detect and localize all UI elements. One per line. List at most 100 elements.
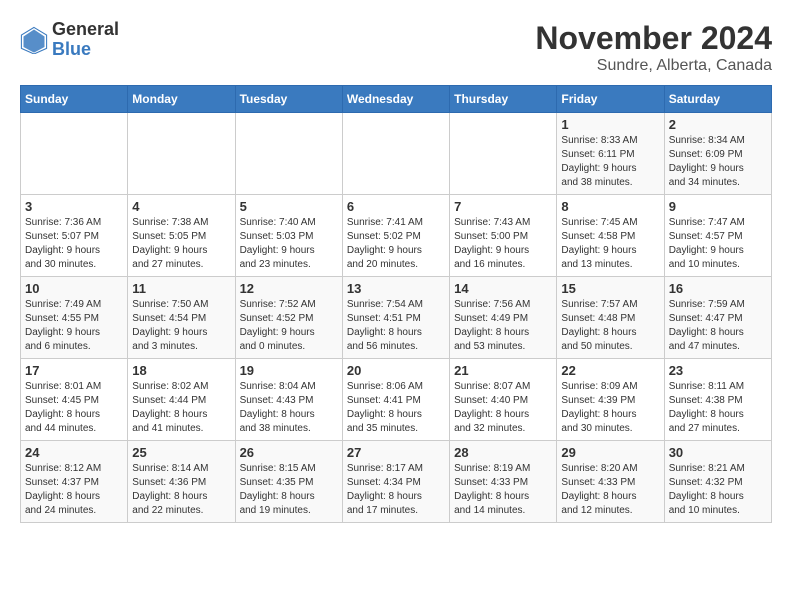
calendar-cell: 6 Sunrise: 7:41 AM Sunset: 5:02 PM Daylig… bbox=[342, 195, 449, 277]
calendar-cell: 10Sunrise: 7:49 AM Sunset: 4:55 PM Dayli… bbox=[21, 277, 128, 359]
col-header-monday: Monday bbox=[128, 86, 235, 113]
day-info: Sunrise: 8:11 AM Sunset: 4:38 PM Dayligh… bbox=[669, 380, 767, 436]
calendar-header-row: SundayMondayTuesdayWednesdayThursdayFrid… bbox=[21, 86, 772, 113]
day-number: 5 bbox=[240, 199, 338, 214]
calendar-cell: 3 Sunrise: 7:36 AM Sunset: 5:07 PM Daylig… bbox=[21, 195, 128, 277]
day-info: Sunrise: 7:36 AM Sunset: 5:07 PM Dayligh… bbox=[25, 216, 123, 272]
day-number: 30 bbox=[669, 445, 767, 460]
day-info: Sunrise: 8:20 AM Sunset: 4:33 PM Dayligh… bbox=[561, 462, 659, 518]
day-number: 12 bbox=[240, 281, 338, 296]
col-header-wednesday: Wednesday bbox=[342, 86, 449, 113]
day-info: Sunrise: 8:07 AM Sunset: 4:40 PM Dayligh… bbox=[454, 380, 552, 436]
day-info: Sunrise: 7:52 AM Sunset: 4:52 PM Dayligh… bbox=[240, 298, 338, 354]
day-info: Sunrise: 8:21 AM Sunset: 4:32 PM Dayligh… bbox=[669, 462, 767, 518]
calendar-cell: 20 Sunrise: 8:06 AM Sunset: 4:41 PM Dayli… bbox=[342, 359, 449, 441]
logo: General Blue bbox=[20, 20, 119, 60]
day-info: Sunrise: 8:06 AM Sunset: 4:41 PM Dayligh… bbox=[347, 380, 445, 436]
calendar-cell bbox=[128, 113, 235, 195]
day-number: 15 bbox=[561, 281, 659, 296]
calendar-week-row: 3 Sunrise: 7:36 AM Sunset: 5:07 PM Daylig… bbox=[21, 195, 772, 277]
day-number: 26 bbox=[240, 445, 338, 460]
calendar-cell: 5 Sunrise: 7:40 AM Sunset: 5:03 PM Daylig… bbox=[235, 195, 342, 277]
day-number: 6 bbox=[347, 199, 445, 214]
day-number: 4 bbox=[132, 199, 230, 214]
day-number: 27 bbox=[347, 445, 445, 460]
col-header-friday: Friday bbox=[557, 86, 664, 113]
calendar-cell: 27 Sunrise: 8:17 AM Sunset: 4:34 PM Dayli… bbox=[342, 441, 449, 523]
month-title: November 2024 bbox=[535, 20, 772, 57]
day-info: Sunrise: 7:41 AM Sunset: 5:02 PM Dayligh… bbox=[347, 216, 445, 272]
calendar-cell: 17 Sunrise: 8:01 AM Sunset: 4:45 PM Dayli… bbox=[21, 359, 128, 441]
page-header: General Blue November 2024 Sundre, Alber… bbox=[20, 20, 772, 75]
day-number: 2 bbox=[669, 117, 767, 132]
calendar-table: SundayMondayTuesdayWednesdayThursdayFrid… bbox=[20, 85, 772, 523]
col-header-tuesday: Tuesday bbox=[235, 86, 342, 113]
col-header-thursday: Thursday bbox=[450, 86, 557, 113]
day-number: 22 bbox=[561, 363, 659, 378]
day-info: Sunrise: 8:01 AM Sunset: 4:45 PM Dayligh… bbox=[25, 380, 123, 436]
day-info: Sunrise: 7:43 AM Sunset: 5:00 PM Dayligh… bbox=[454, 216, 552, 272]
calendar-cell: 21 Sunrise: 8:07 AM Sunset: 4:40 PM Dayli… bbox=[450, 359, 557, 441]
day-info: Sunrise: 7:49 AM Sunset: 4:55 PM Dayligh… bbox=[25, 298, 123, 354]
day-info: Sunrise: 7:50 AM Sunset: 4:54 PM Dayligh… bbox=[132, 298, 230, 354]
day-info: Sunrise: 8:34 AM Sunset: 6:09 PM Dayligh… bbox=[669, 134, 767, 190]
calendar-cell: 29 Sunrise: 8:20 AM Sunset: 4:33 PM Dayli… bbox=[557, 441, 664, 523]
calendar-cell: 19 Sunrise: 8:04 AM Sunset: 4:43 PM Dayli… bbox=[235, 359, 342, 441]
calendar-cell: 28Sunrise: 8:19 AM Sunset: 4:33 PM Dayli… bbox=[450, 441, 557, 523]
day-info: Sunrise: 7:54 AM Sunset: 4:51 PM Dayligh… bbox=[347, 298, 445, 354]
day-info: Sunrise: 8:02 AM Sunset: 4:44 PM Dayligh… bbox=[132, 380, 230, 436]
calendar-cell: 18Sunrise: 8:02 AM Sunset: 4:44 PM Dayli… bbox=[128, 359, 235, 441]
calendar-cell: 1Sunrise: 8:33 AM Sunset: 6:11 PM Daylig… bbox=[557, 113, 664, 195]
day-number: 8 bbox=[561, 199, 659, 214]
calendar-week-row: 1Sunrise: 8:33 AM Sunset: 6:11 PM Daylig… bbox=[21, 113, 772, 195]
day-number: 9 bbox=[669, 199, 767, 214]
calendar-cell: 15 Sunrise: 7:57 AM Sunset: 4:48 PM Dayli… bbox=[557, 277, 664, 359]
day-info: Sunrise: 7:59 AM Sunset: 4:47 PM Dayligh… bbox=[669, 298, 767, 354]
day-info: Sunrise: 7:57 AM Sunset: 4:48 PM Dayligh… bbox=[561, 298, 659, 354]
day-number: 24 bbox=[25, 445, 123, 460]
day-number: 19 bbox=[240, 363, 338, 378]
calendar-cell bbox=[21, 113, 128, 195]
day-number: 17 bbox=[25, 363, 123, 378]
day-info: Sunrise: 7:38 AM Sunset: 5:05 PM Dayligh… bbox=[132, 216, 230, 272]
calendar-cell: 16 Sunrise: 7:59 AM Sunset: 4:47 PM Dayli… bbox=[664, 277, 771, 359]
day-number: 23 bbox=[669, 363, 767, 378]
day-number: 29 bbox=[561, 445, 659, 460]
day-number: 20 bbox=[347, 363, 445, 378]
day-info: Sunrise: 7:56 AM Sunset: 4:49 PM Dayligh… bbox=[454, 298, 552, 354]
calendar-cell bbox=[235, 113, 342, 195]
calendar-cell bbox=[342, 113, 449, 195]
day-number: 13 bbox=[347, 281, 445, 296]
calendar-cell: 14 Sunrise: 7:56 AM Sunset: 4:49 PM Dayli… bbox=[450, 277, 557, 359]
calendar-week-row: 24 Sunrise: 8:12 AM Sunset: 4:37 PM Dayli… bbox=[21, 441, 772, 523]
calendar-cell: 26Sunrise: 8:15 AM Sunset: 4:35 PM Dayli… bbox=[235, 441, 342, 523]
day-number: 16 bbox=[669, 281, 767, 296]
day-number: 11 bbox=[132, 281, 230, 296]
day-number: 28 bbox=[454, 445, 552, 460]
calendar-cell: 24 Sunrise: 8:12 AM Sunset: 4:37 PM Dayli… bbox=[21, 441, 128, 523]
day-info: Sunrise: 7:40 AM Sunset: 5:03 PM Dayligh… bbox=[240, 216, 338, 272]
day-number: 21 bbox=[454, 363, 552, 378]
day-info: Sunrise: 8:14 AM Sunset: 4:36 PM Dayligh… bbox=[132, 462, 230, 518]
day-info: Sunrise: 8:17 AM Sunset: 4:34 PM Dayligh… bbox=[347, 462, 445, 518]
day-info: Sunrise: 8:09 AM Sunset: 4:39 PM Dayligh… bbox=[561, 380, 659, 436]
day-info: Sunrise: 8:33 AM Sunset: 6:11 PM Dayligh… bbox=[561, 134, 659, 190]
day-info: Sunrise: 7:47 AM Sunset: 4:57 PM Dayligh… bbox=[669, 216, 767, 272]
calendar-cell: 8Sunrise: 7:45 AM Sunset: 4:58 PM Daylig… bbox=[557, 195, 664, 277]
day-number: 14 bbox=[454, 281, 552, 296]
calendar-week-row: 10Sunrise: 7:49 AM Sunset: 4:55 PM Dayli… bbox=[21, 277, 772, 359]
calendar-cell: 23 Sunrise: 8:11 AM Sunset: 4:38 PM Dayli… bbox=[664, 359, 771, 441]
calendar-cell: 12 Sunrise: 7:52 AM Sunset: 4:52 PM Dayli… bbox=[235, 277, 342, 359]
location-subtitle: Sundre, Alberta, Canada bbox=[535, 57, 772, 75]
calendar-cell: 7Sunrise: 7:43 AM Sunset: 5:00 PM Daylig… bbox=[450, 195, 557, 277]
day-number: 3 bbox=[25, 199, 123, 214]
col-header-saturday: Saturday bbox=[664, 86, 771, 113]
col-header-sunday: Sunday bbox=[21, 86, 128, 113]
calendar-body: 1Sunrise: 8:33 AM Sunset: 6:11 PM Daylig… bbox=[21, 113, 772, 523]
calendar-cell: 9 Sunrise: 7:47 AM Sunset: 4:57 PM Daylig… bbox=[664, 195, 771, 277]
day-info: Sunrise: 8:04 AM Sunset: 4:43 PM Dayligh… bbox=[240, 380, 338, 436]
logo-icon bbox=[20, 26, 48, 54]
calendar-cell: 2 Sunrise: 8:34 AM Sunset: 6:09 PM Daylig… bbox=[664, 113, 771, 195]
calendar-cell bbox=[450, 113, 557, 195]
day-info: Sunrise: 8:12 AM Sunset: 4:37 PM Dayligh… bbox=[25, 462, 123, 518]
